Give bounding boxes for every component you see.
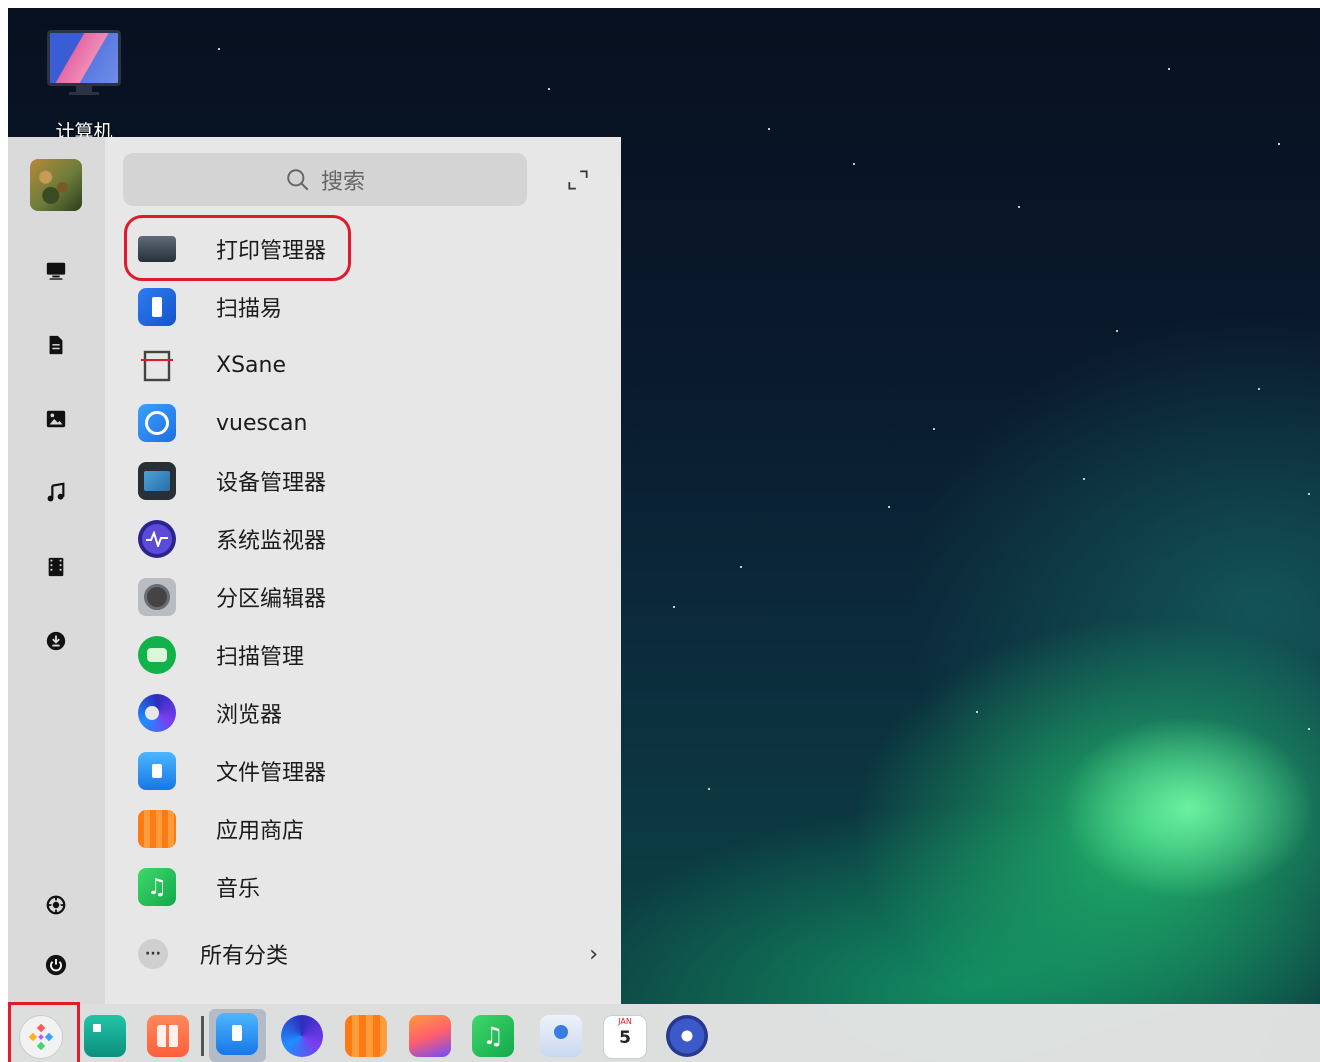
music-app-icon: ♫: [138, 868, 176, 906]
app-label: vuescan: [216, 410, 308, 436]
app-item-device-manager[interactable]: 设备管理器: [128, 456, 548, 506]
settings-icon[interactable]: [666, 1015, 708, 1057]
app-label: 打印管理器: [216, 239, 327, 264]
music-icon[interactable]: [44, 481, 68, 505]
xsane-icon: [138, 346, 176, 384]
contacts-icon[interactable]: [540, 1015, 582, 1057]
app-item-browser[interactable]: 浏览器: [128, 688, 548, 738]
start-menu-sidebar: [8, 137, 105, 1004]
calendar-month: JAN: [618, 1017, 632, 1026]
app-store-icon[interactable]: [345, 1015, 387, 1057]
more-icon: ···: [138, 939, 168, 969]
app-store-icon: [138, 810, 176, 848]
device-manager-icon: [138, 462, 176, 500]
settings-icon[interactable]: [44, 893, 68, 917]
system-monitor-icon: [138, 520, 176, 558]
launcher-icon[interactable]: [19, 1015, 63, 1059]
app-label: 分区编辑器: [216, 587, 327, 612]
document-icon[interactable]: [44, 333, 68, 357]
scanner-easy-icon: [138, 288, 176, 326]
file-manager-icon[interactable]: [216, 1013, 258, 1055]
start-menu: 搜索 打印管理器 扫描易 XSane vuescan 设备管理器 系统监视器 分…: [8, 137, 621, 1004]
browser-icon: [138, 694, 176, 732]
all-categories-label: 所有分类: [200, 944, 289, 969]
calendar-icon[interactable]: JAN 5: [603, 1015, 647, 1059]
app-item-print-manager[interactable]: 打印管理器: [128, 224, 548, 274]
app-item-file-manager[interactable]: 文件管理器: [128, 746, 548, 796]
app-item-scan-manager[interactable]: 扫描管理: [128, 630, 548, 680]
app-item-xsane[interactable]: XSane: [128, 340, 548, 390]
music-icon[interactable]: ♫: [472, 1015, 514, 1057]
expand-icon[interactable]: [565, 167, 591, 193]
app-item-app-store[interactable]: 应用商店: [128, 804, 548, 854]
computer-icon[interactable]: [44, 259, 68, 283]
search-input[interactable]: 搜索: [123, 153, 527, 206]
chevron-right-icon: ›: [589, 941, 598, 967]
taskbar: [8, 1004, 1320, 1062]
vuescan-icon: [138, 404, 176, 442]
app-label: 音乐: [216, 877, 261, 902]
desktop-icon-computer[interactable]: 计算机: [36, 30, 132, 144]
video-icon[interactable]: [44, 555, 68, 579]
app-label: 浏览器: [216, 703, 283, 728]
browser-icon[interactable]: [281, 1015, 323, 1057]
app-label: 应用商店: [216, 819, 305, 844]
user-avatar[interactable]: [30, 159, 82, 211]
file-manager-icon: [138, 752, 176, 790]
app-label: 文件管理器: [216, 761, 327, 786]
app-label: 设备管理器: [216, 471, 327, 496]
app-item-vuescan[interactable]: vuescan: [128, 398, 548, 448]
app-label: XSane: [216, 352, 286, 378]
app-item-partition-editor[interactable]: 分区编辑器: [128, 572, 548, 622]
app-item-scan-easy[interactable]: 扫描易: [128, 282, 548, 332]
scan-manager-icon: [138, 636, 176, 674]
app-item-music[interactable]: ♫ 音乐: [128, 862, 548, 912]
search-placeholder: 搜索: [320, 169, 365, 195]
multitask-view-icon[interactable]: [84, 1015, 126, 1057]
power-icon[interactable]: [44, 953, 68, 977]
app-item-system-monitor[interactable]: 系统监视器: [128, 514, 548, 564]
search-icon: [287, 168, 309, 190]
taskbar-separator: [201, 1016, 204, 1056]
picture-icon[interactable]: [44, 407, 68, 431]
app-label: 扫描易: [216, 297, 283, 322]
computer-monitor-icon: [36, 30, 132, 95]
app-label: 系统监视器: [216, 529, 327, 554]
app-label: 扫描管理: [216, 645, 305, 670]
all-categories-button[interactable]: ··· 所有分类 ›: [128, 929, 608, 979]
partition-editor-icon: [138, 578, 176, 616]
printer-icon: [138, 236, 176, 262]
calendar-day: 5: [619, 1028, 631, 1048]
download-icon[interactable]: [44, 629, 68, 653]
image-viewer-icon[interactable]: [409, 1015, 451, 1057]
workspace-icon[interactable]: [147, 1015, 189, 1057]
